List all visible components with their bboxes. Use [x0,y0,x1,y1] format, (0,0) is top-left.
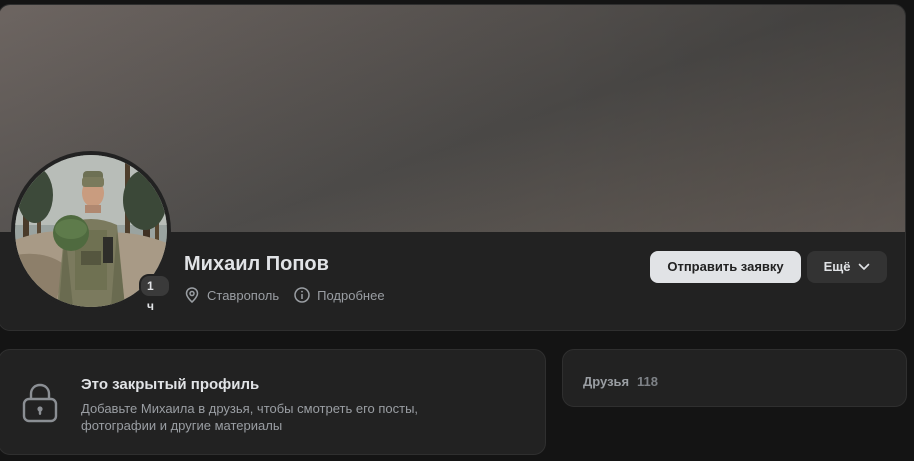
city-label: Ставрополь [207,287,280,303]
more-button[interactable]: Ещё [807,251,887,283]
send-friend-request-button[interactable]: Отправить заявку [650,251,801,283]
closed-profile-description: Добавьте Михаила в друзья, чтобы смотрет… [81,401,419,433]
closed-profile-title: Это закрытый профиль [81,376,260,393]
details-label: Подробнее [317,287,385,303]
info-icon [293,286,311,304]
online-status-badge: 1 ч [139,274,171,313]
avatar-container[interactable]: 1 ч [11,151,171,313]
details-link[interactable]: Подробнее [293,286,385,304]
chevron-down-icon [858,251,870,283]
profile-page: 1 ч Михаил Попов Ставрополь Подробнее От… [0,0,914,461]
profile-meta: Ставрополь Подробнее [183,286,385,304]
friends-card[interactable]: Друзья 118 [562,349,907,407]
friends-count: 118 [637,374,658,389]
city-link[interactable]: Ставрополь [183,286,279,304]
more-button-label: Ещё [823,259,851,274]
lock-icon [21,382,59,429]
profile-name: Михаил Попов [184,253,329,275]
closed-profile-card: Это закрытый профиль Добавьте Михаила в … [0,349,546,455]
friends-label: Друзья [583,374,630,389]
location-pin-icon [183,286,201,304]
